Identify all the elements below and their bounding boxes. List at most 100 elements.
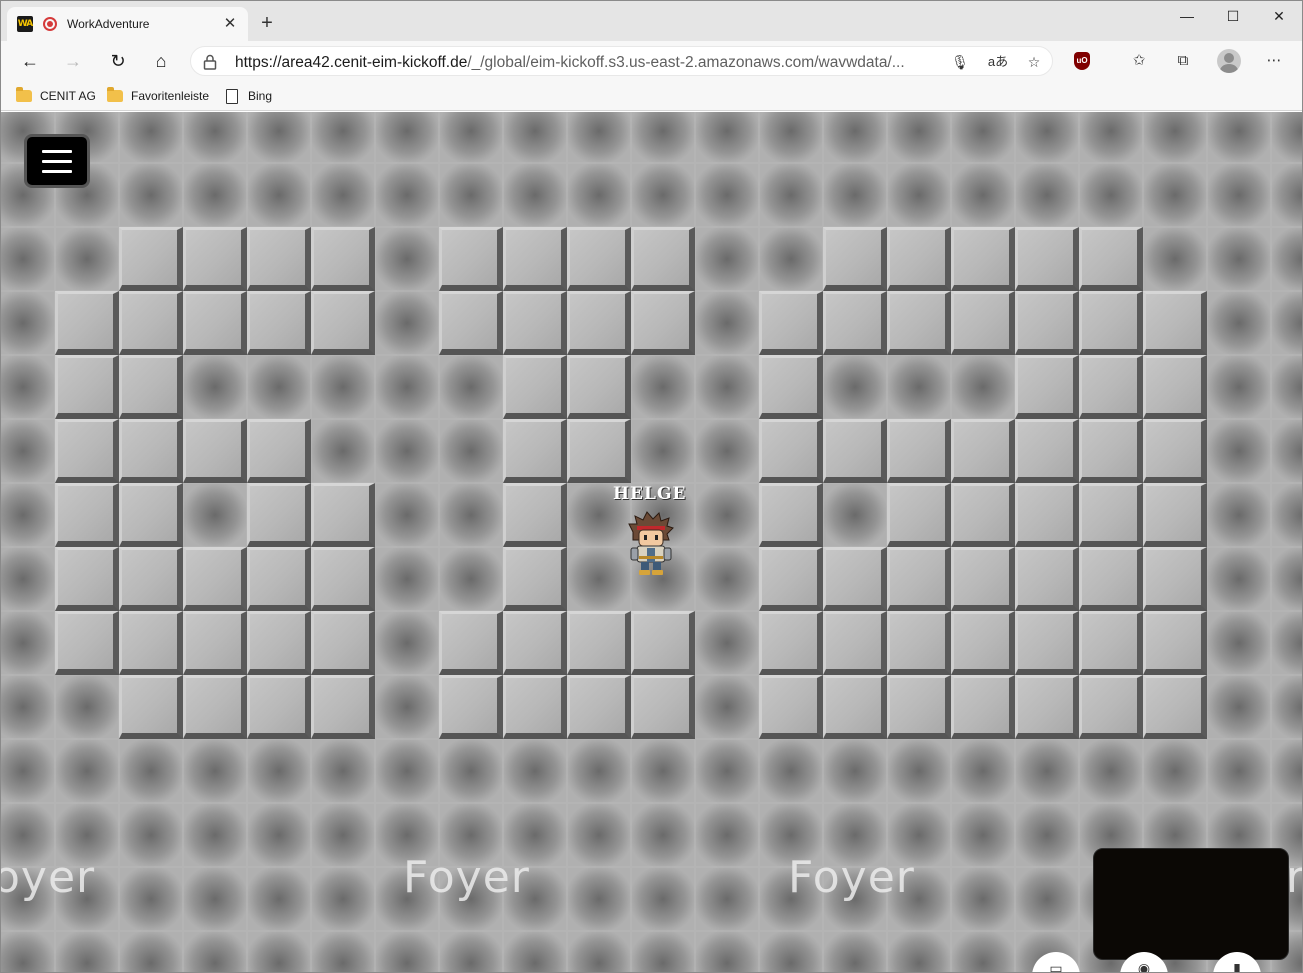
- floor-tile: [1271, 611, 1302, 675]
- floor-tile: [1207, 112, 1271, 163]
- wall-tile: [567, 227, 631, 291]
- floor-tile: [1271, 112, 1302, 163]
- floor-tile: [567, 163, 631, 227]
- floor-tile: [183, 112, 247, 163]
- wall-tile: [55, 291, 119, 355]
- collections-icon[interactable]: ⧉: [1171, 49, 1195, 73]
- wall-tile: [55, 547, 119, 611]
- wall-tile: [567, 355, 631, 419]
- bookmark-cenit-ag[interactable]: CENIT AG: [16, 86, 96, 106]
- player-avatar[interactable]: [625, 510, 677, 576]
- floor-tile: [1271, 227, 1302, 291]
- floor-tile: [1, 227, 55, 291]
- profile-avatar[interactable]: [1217, 49, 1241, 73]
- bookmark-label: Favoritenleiste: [131, 89, 210, 103]
- floor-tile: [823, 931, 887, 972]
- bookmark-bing[interactable]: Bing: [226, 86, 272, 106]
- favorites-icon[interactable]: ✩: [1127, 49, 1151, 73]
- tab-workadventure[interactable]: WA WorkAdventure ✕: [7, 7, 248, 41]
- wall-tile: [1015, 227, 1079, 291]
- address-bar[interactable]: https://area42.cenit-eim-kickoff.de/_/gl…: [190, 46, 1053, 76]
- add-favorite-icon[interactable]: ☆: [1023, 51, 1045, 73]
- floor-tile: [247, 112, 311, 163]
- wall-tile: [1079, 611, 1143, 675]
- floor-tile: [183, 163, 247, 227]
- floor-tile: [311, 931, 375, 972]
- wall-tile: [1015, 483, 1079, 547]
- microphone-icon[interactable]: 🎙: [949, 51, 971, 73]
- floor-tile: [631, 163, 695, 227]
- back-icon[interactable]: ←: [16, 47, 44, 75]
- wall-tile: [183, 291, 247, 355]
- minimize-icon[interactable]: —: [1164, 1, 1210, 31]
- tab-close-icon[interactable]: ✕: [218, 12, 242, 36]
- floor-tile: [311, 355, 375, 419]
- wall-tile: [631, 291, 695, 355]
- floor-tile: [823, 112, 887, 163]
- floor-tile: [183, 931, 247, 972]
- floor-tile: [375, 611, 439, 675]
- floor-tile: [695, 112, 759, 163]
- wall-tile: [887, 419, 951, 483]
- wall-tile: [1079, 483, 1143, 547]
- close-window-icon[interactable]: ✕: [1256, 1, 1302, 31]
- more-menu-icon[interactable]: ⋯: [1262, 49, 1286, 73]
- floor-tile: [119, 867, 183, 931]
- floor-tile: [887, 931, 951, 972]
- floor-tile: [503, 163, 567, 227]
- floor-tile: [631, 803, 695, 867]
- wall-tile: [1079, 227, 1143, 291]
- ublock-extension-icon[interactable]: uO: [1070, 49, 1094, 73]
- floor-tile: [567, 112, 631, 163]
- wall-tile: [887, 483, 951, 547]
- url-host: https://area42.cenit-eim-kickoff.de: [235, 54, 468, 71]
- game-canvas[interactable]: oyer Foyer Foyer r HELGE: [1, 112, 1302, 972]
- floor-tile: [439, 163, 503, 227]
- wall-tile: [119, 355, 183, 419]
- wall-tile: [503, 611, 567, 675]
- translate-icon[interactable]: aあ: [987, 51, 1009, 73]
- wall-tile: [631, 227, 695, 291]
- main-menu-button[interactable]: [24, 134, 90, 188]
- home-icon[interactable]: ⌂: [147, 47, 175, 75]
- floor-tile: [247, 867, 311, 931]
- bookmark-favoritenleiste[interactable]: Favoritenleiste: [107, 86, 209, 106]
- floor-tile: [695, 867, 759, 931]
- floor-tile: [311, 163, 375, 227]
- floor-tile: [695, 227, 759, 291]
- floor-tile: [887, 112, 951, 163]
- floor-tile: [375, 112, 439, 163]
- forward-icon[interactable]: →: [59, 47, 87, 75]
- floor-tile: [695, 611, 759, 675]
- floor-tile: [439, 483, 503, 547]
- floor-tile: [695, 931, 759, 972]
- floor-tile: [695, 291, 759, 355]
- floor-tile: [247, 803, 311, 867]
- floor-tile: [951, 739, 1015, 803]
- wall-tile: [951, 547, 1015, 611]
- zone-label-foyer: oyer: [1, 852, 96, 903]
- floor-tile: [567, 867, 631, 931]
- floor-tile: [1143, 112, 1207, 163]
- maximize-icon[interactable]: ☐: [1210, 1, 1256, 31]
- wall-tile: [567, 291, 631, 355]
- new-tab-button[interactable]: +: [255, 11, 279, 35]
- wall-tile: [183, 611, 247, 675]
- wall-tile: [503, 675, 567, 739]
- wall-tile: [439, 291, 503, 355]
- camera-preview: [1093, 848, 1289, 960]
- floor-tile: [823, 355, 887, 419]
- wall-tile: [759, 291, 823, 355]
- refresh-icon[interactable]: ↻: [104, 47, 132, 75]
- wall-tile: [823, 547, 887, 611]
- floor-tile: [567, 931, 631, 972]
- browser-window: WA WorkAdventure ✕ + — ☐ ✕ ← → ↻ ⌂ https…: [0, 0, 1303, 973]
- floor-tile: [1207, 355, 1271, 419]
- wall-tile: [247, 611, 311, 675]
- floor-tile: [759, 227, 823, 291]
- floor-tile: [375, 675, 439, 739]
- wall-tile: [759, 547, 823, 611]
- floor-tile: [119, 163, 183, 227]
- wall-tile: [887, 291, 951, 355]
- wall-tile: [759, 611, 823, 675]
